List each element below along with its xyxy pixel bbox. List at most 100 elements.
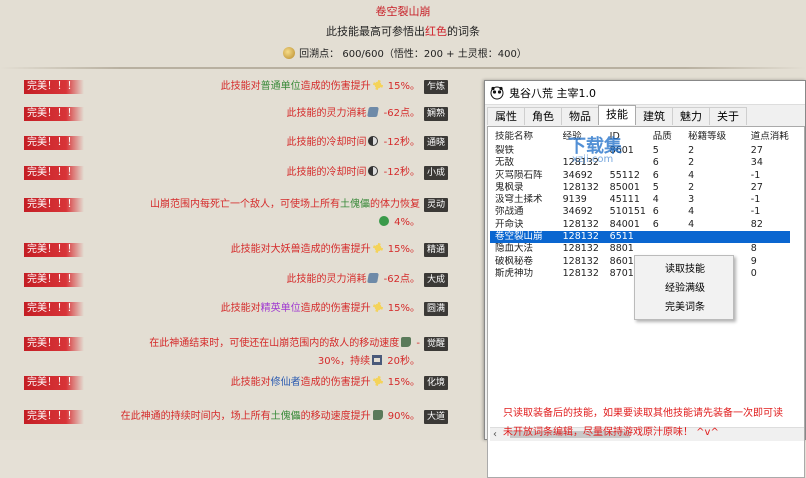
perfect-badge: 完美！！！ — [24, 337, 84, 351]
affix-value: - — [413, 338, 420, 349]
table-row[interactable]: 无敌 128132 6 2 34 — [490, 157, 790, 169]
window-title: 鬼谷八荒 主宰1.0 — [509, 86, 596, 100]
table-cell: 灭骂陨石阵 — [495, 169, 543, 181]
tab-0[interactable]: 属性 — [487, 107, 525, 125]
scroll-left-icon[interactable]: ‹ — [493, 429, 497, 440]
sun-icon — [372, 376, 383, 386]
table-cell: 2 — [688, 157, 695, 169]
sun-icon — [372, 243, 383, 253]
tab-4[interactable]: 建筑 — [635, 107, 673, 125]
stage-tag: 乍炼 — [424, 80, 448, 94]
context-menu-item[interactable]: 经验满级 — [635, 279, 733, 298]
column-header[interactable]: 道点消耗 — [751, 131, 790, 145]
table-cell: 4 — [652, 194, 659, 206]
desc-text: 此技能最高可参悟出 — [326, 25, 425, 38]
stage-tag: 通晓 — [424, 136, 448, 150]
desc-red-text: 红色 — [425, 25, 447, 38]
table-cell: -1 — [750, 194, 761, 206]
affix-text: 此技能的冷却时间 -12秒。 — [286, 134, 420, 152]
table-cell: 0 — [750, 267, 757, 279]
table-row[interactable]: 鬼枫录 128132 85001 5 2 27 — [490, 182, 790, 194]
affix-value: 15%。 — [384, 303, 420, 314]
affix-text: 此技能对精英单位造成的伤害提升 15%。 — [221, 300, 420, 318]
panda-icon — [489, 85, 505, 101]
table-cell: 128132 — [562, 267, 599, 279]
table-row[interactable]: 裂铁 8601 5 2 27 — [490, 145, 790, 157]
table-cell: 3 — [688, 194, 695, 206]
affix-value: 4%。 — [390, 217, 420, 228]
table-row[interactable]: 汲穹土揉术 9139 45111 4 3 -1 — [490, 194, 790, 206]
table-cell: 9 — [750, 255, 757, 267]
affix-row: 完美！！！ 此技能对精英单位造成的伤害提升 15%。 圆满 — [0, 302, 486, 332]
heal-icon — [378, 216, 389, 226]
table-cell: 卷空裂山崩 — [495, 231, 543, 243]
perfect-badge: 完美！！！ — [24, 302, 84, 316]
column-header[interactable]: 秘籍等级 — [688, 131, 751, 145]
column-header[interactable]: 技能名称 — [490, 131, 563, 145]
table-cell: 27 — [750, 145, 763, 156]
context-menu-item[interactable]: 读取技能 — [635, 260, 733, 279]
column-header[interactable]: 品质 — [653, 131, 688, 145]
affix-row: 完美！！！ 此技能对大妖兽造成的伤害提升 15%。 精通 — [0, 243, 486, 273]
table-cell: 128132 — [562, 231, 599, 243]
tab-1[interactable]: 角色 — [524, 107, 562, 125]
watermark: 下载集 xzji.com — [562, 132, 622, 172]
table-cell: 破枫秘卷 — [495, 255, 534, 267]
notice-line-2: 未开放词条编辑，尽量保持游戏原汁原味！ ^v^ — [503, 427, 719, 438]
affix-row: 完美！！！ 在此神通结束时，可使还在山崩范围内的敌人的移动速度 - 30%，持续 2… — [0, 337, 486, 367]
tab-2[interactable]: 物品 — [561, 107, 599, 125]
affix-row: 完美！！！ 此技能的冷却时间 -12秒。 通晓 — [0, 136, 486, 166]
spirit-icon — [367, 273, 380, 283]
window-titlebar[interactable]: 鬼谷八荒 主宰1.0 — [485, 81, 805, 105]
coin-icon — [283, 47, 296, 59]
table-cell: 510151 — [609, 206, 646, 218]
table-row[interactable]: 开命诀 128132 84001 6 4 82 — [490, 219, 790, 231]
table-cell: 无敌 — [495, 157, 515, 169]
tab-3[interactable]: 技能 — [598, 105, 636, 125]
affix-value: -62点。 — [380, 274, 420, 285]
table-row[interactable]: 隐血大法 128132 8801 8 — [490, 243, 790, 255]
table-cell: 8801 — [609, 243, 634, 255]
table-row[interactable]: 灭骂陨石阵 34692 55112 6 4 -1 — [490, 170, 790, 182]
perfect-badge: 完美！！！ — [24, 80, 84, 94]
moon-icon — [368, 166, 379, 176]
affix-pre: 此技能对大妖兽造成的伤害提升 — [230, 244, 371, 255]
affix-post: 造成的伤害提升 — [300, 377, 371, 388]
stage-tag: 觉醒 — [424, 337, 448, 351]
table-cell: 82 — [750, 218, 763, 230]
shoe-icon — [372, 410, 383, 420]
affix-value: -12秒。 — [380, 137, 420, 148]
affix-text: 此技能对大妖兽造成的伤害提升 15%。 — [231, 241, 420, 259]
table-cell: 汲穹土揉术 — [495, 194, 543, 206]
table-cell: 45111 — [609, 194, 640, 206]
context-menu-item[interactable]: 完美词条 — [635, 298, 733, 317]
hourglass-icon — [372, 355, 383, 365]
table-row[interactable]: 弥战通 34692 510151 6 4 -1 — [490, 206, 790, 218]
table-cell — [751, 231, 790, 243]
table-cell: 6 — [652, 218, 659, 230]
affix-pre: 在此神通结束时，可使还在山崩范围内的敌人的移动速度 — [149, 338, 400, 349]
tab-bar: 属性 角色 物品 技能 建筑 魅力 关于 — [485, 105, 805, 125]
tab-6[interactable]: 关于 — [709, 107, 747, 125]
affix-post: 的体力恢复 — [370, 199, 420, 210]
table-row[interactable]: 卷空裂山崩 128132 6511 — [490, 231, 790, 244]
affix-value: -12秒。 — [380, 167, 420, 178]
table-cell: 6511 — [609, 231, 634, 243]
table-cell: 2 — [688, 145, 695, 156]
stage-tag: 大道 — [424, 410, 448, 424]
affix-text: 此技能对普通单位造成的伤害提升 15%。 — [221, 78, 420, 96]
table-cell — [688, 243, 751, 255]
tab-5[interactable]: 魅力 — [672, 107, 710, 125]
backtrack-points: 回溯点： 600/600（悟性：200 + 土灵根：400） — [0, 45, 806, 60]
affix-pre: 此技能对 — [220, 81, 261, 92]
perfect-badge: 完美！！！ — [24, 107, 84, 121]
table-cell: 84001 — [609, 218, 640, 230]
table-cell: 8 — [750, 243, 757, 255]
spirit-icon — [367, 107, 380, 117]
table-cell: 34 — [750, 157, 763, 169]
affix-value2: 20秒。 — [384, 356, 420, 367]
skill-description: 此技能最高可参悟出红色的词条 — [0, 23, 806, 39]
table-cell: 34692 — [562, 206, 593, 218]
stage-tag: 小成 — [424, 166, 448, 180]
affix-value: 90%。 — [384, 411, 420, 422]
